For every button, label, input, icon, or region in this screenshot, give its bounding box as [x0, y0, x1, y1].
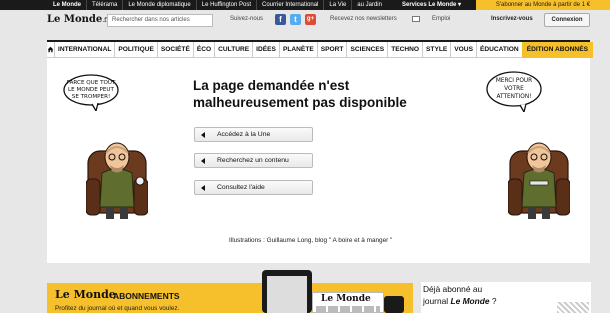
promo-subtitle: Profitez du journal où et quand vous vou…	[55, 305, 180, 312]
search-input[interactable]: Rechercher dans nos articles	[107, 14, 213, 27]
character-illustration-left	[86, 142, 148, 219]
newspaper-logo: Le Monde	[321, 294, 371, 304]
button-label: Consultez l'aide	[217, 184, 265, 191]
character-illustration-right	[508, 142, 570, 219]
network-link[interactable]: Courrier International	[257, 0, 325, 10]
newsletter-link[interactable]: Recevez nos newsletters	[330, 16, 397, 22]
site-logo[interactable]: Le Monde.fr	[47, 13, 109, 28]
nav-item[interactable]: PLANÈTE	[280, 41, 318, 58]
nav-item[interactable]: INTERNATIONAL	[55, 41, 116, 58]
illustration-credit: Illustrations : Guillaume Long, blog " A…	[229, 237, 393, 244]
main-nav: INTERNATIONAL POLITIQUE SOCIÉTÉ ÉCO CULT…	[47, 40, 593, 58]
network-link[interactable]: Télérama	[87, 0, 124, 10]
pattern-decoration	[557, 302, 589, 313]
help-button[interactable]: Consultez l'aide	[194, 180, 313, 195]
already-line-1: Déjà abonné au	[423, 284, 483, 294]
follow-label: Suivez-nous	[230, 16, 264, 22]
nav-item[interactable]: ÉDUCATION	[477, 42, 522, 58]
envelope-icon[interactable]	[412, 16, 420, 22]
button-label: Accédez à la Une	[217, 131, 271, 138]
arrow-left-icon	[201, 185, 205, 191]
tablet-image	[262, 270, 312, 313]
nav-item[interactable]: SOCIÉTÉ	[158, 41, 194, 58]
phone-image	[384, 296, 404, 313]
bubble-left-line: LE MONDE PEUT	[68, 87, 114, 93]
network-link[interactable]: au Jardin	[352, 0, 387, 10]
nav-item[interactable]: CULTURE	[215, 41, 254, 58]
nav-item[interactable]: IDÉES	[253, 41, 280, 58]
register-link[interactable]: Inscrivez-vous	[491, 16, 533, 22]
newspaper-image: Le Monde	[312, 292, 384, 313]
bubble-right-line: ATTENTION!	[497, 94, 532, 100]
speech-bubble-right: MERCI POUR VOTRE ATTENTION!	[486, 71, 542, 112]
network-link[interactable]: Le Monde diplomatique	[123, 0, 197, 10]
nav-item[interactable]: STYLE	[423, 41, 452, 58]
nav-item[interactable]: ÉCO	[194, 41, 216, 58]
nav-item[interactable]: SCIENCES	[347, 41, 389, 58]
network-link[interactable]: La Vie	[324, 0, 353, 10]
nav-item[interactable]: VOUS	[451, 41, 477, 58]
google-plus-icon[interactable]: g+	[305, 14, 316, 25]
search-content-button[interactable]: Recherchez un contenu	[194, 153, 313, 168]
top-bar: Le Monde Télérama Le Monde diplomatique …	[0, 0, 610, 10]
bubble-right-line: MERCI POUR	[496, 78, 532, 84]
promo-title: ABONNEMENTS	[113, 291, 180, 301]
login-button[interactable]: Connexion	[544, 13, 590, 27]
arrow-left-icon	[201, 158, 205, 164]
page-title: La page demandée n'est malheureusement p…	[193, 78, 407, 110]
bubble-left-line: PARCE QUE TOUT	[67, 80, 116, 86]
emploi-link[interactable]: Emploi	[432, 16, 450, 22]
already-line-2: journal Le Monde ?	[423, 296, 497, 306]
nav-item[interactable]: POLITIQUE	[115, 41, 158, 58]
bubble-left-line: SE TROMPER!	[72, 94, 110, 100]
home-icon[interactable]	[47, 41, 55, 58]
network-links: Le Monde Télérama Le Monde diplomatique …	[48, 0, 387, 10]
services-menu[interactable]: Services Le Monde ▾	[402, 0, 461, 10]
nav-item[interactable]: SPORT	[318, 41, 348, 58]
home-page-button[interactable]: Accédez à la Une	[194, 127, 313, 142]
nav-abonnes-tab[interactable]: ÉDITION ABONNÉS	[521, 41, 593, 58]
logo-text: Le Monde	[47, 14, 103, 25]
facebook-icon[interactable]: f	[275, 14, 286, 25]
network-link[interactable]: Le Huffington Post	[197, 0, 257, 10]
speech-bubble-left: PARCE QUE TOUT LE MONDE PEUT SE TROMPER!	[63, 74, 119, 111]
bubble-right-line: VOTRE	[504, 86, 524, 92]
promo-brand: Le Monde	[55, 288, 116, 301]
already-subscribed-box: Déjà abonné au journal Le Monde ?	[421, 282, 591, 313]
network-link[interactable]: Le Monde	[48, 0, 87, 10]
subscribe-banner-link[interactable]: S'abonner au Monde à partir de 1 €	[476, 0, 610, 10]
twitter-icon[interactable]: t	[290, 14, 301, 25]
button-label: Recherchez un contenu	[217, 157, 289, 164]
arrow-left-icon	[201, 132, 205, 138]
nav-item[interactable]: TECHNO	[388, 41, 424, 58]
